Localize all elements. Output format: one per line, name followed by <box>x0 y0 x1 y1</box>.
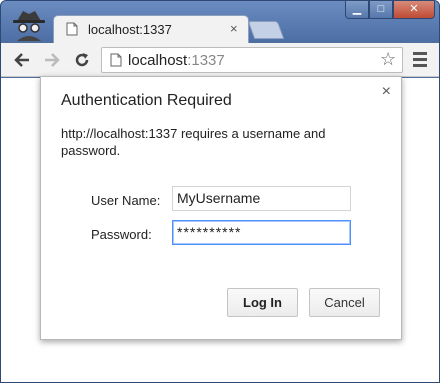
username-input[interactable]: MyUsername <box>172 186 351 211</box>
browser-toolbar: localhost:1337 ☆ <box>1 43 439 77</box>
menu-icon[interactable] <box>413 52 427 70</box>
cancel-button[interactable]: Cancel <box>309 288 380 317</box>
maximize-button[interactable]: □ <box>369 1 393 19</box>
dialog-message: http://localhost:1337 requires a usernam… <box>61 126 326 158</box>
forward-arrow-icon[interactable] <box>43 51 61 72</box>
close-icon[interactable]: × <box>382 83 391 101</box>
window-controls: ▁ □ ✕ <box>345 1 435 19</box>
login-button[interactable]: Log In <box>227 288 298 317</box>
browser-window: localhost:1337 × ▁ □ ✕ localhost:1337 ☆ <box>0 0 440 383</box>
url-text: localhost:1337 <box>128 52 225 69</box>
password-label: Password: <box>91 227 152 242</box>
title-bar: localhost:1337 × ▁ □ ✕ <box>1 1 439 43</box>
address-bar[interactable]: localhost:1337 ☆ <box>101 47 403 73</box>
tab-title: localhost:1337 <box>88 22 172 37</box>
incognito-icon <box>13 11 45 41</box>
tab-close-icon[interactable]: × <box>230 21 238 36</box>
minimize-button[interactable]: ▁ <box>345 1 369 19</box>
url-host: localhost <box>128 52 188 69</box>
dialog-title: Authentication Required <box>61 92 232 109</box>
auth-dialog: × Authentication Required http://localho… <box>40 76 402 340</box>
back-arrow-icon[interactable] <box>13 51 31 72</box>
star-icon[interactable]: ☆ <box>380 49 396 70</box>
close-window-button[interactable]: ✕ <box>393 1 435 19</box>
page-icon <box>66 22 78 36</box>
url-port: :1337 <box>187 52 225 69</box>
new-tab-button[interactable] <box>247 21 285 39</box>
password-input[interactable]: ********** <box>172 220 351 245</box>
page-icon <box>110 53 122 67</box>
username-label: User Name: <box>91 193 161 208</box>
tab-localhost[interactable]: localhost:1337 × <box>53 15 249 43</box>
reload-icon[interactable] <box>73 51 91 72</box>
